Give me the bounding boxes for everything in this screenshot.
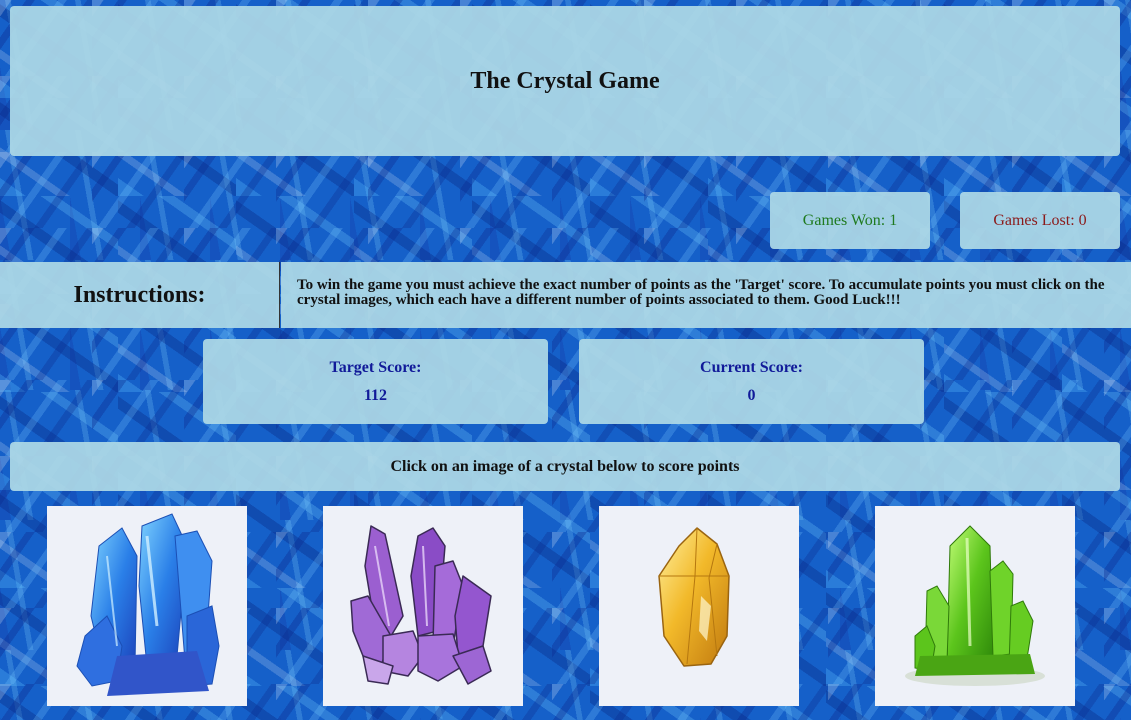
blue-crystal-icon [76, 513, 220, 696]
target-score-box: Target Score: 112 [203, 339, 548, 424]
page-title: The Crystal Game [470, 67, 660, 94]
current-score-box: Current Score: 0 [579, 339, 924, 424]
green-crystal-icon [905, 525, 1045, 686]
green-crystal-button[interactable] [875, 506, 1075, 706]
target-score-label: Target Score: [329, 359, 422, 376]
yellow-crystal-icon [658, 527, 730, 667]
current-score-value: 0 [747, 387, 756, 404]
instructions-text: To win the game you must achieve the exa… [281, 262, 1131, 328]
instructions-heading: Instructions: [73, 281, 206, 308]
blue-crystal-button[interactable] [47, 506, 247, 706]
target-score-value: 112 [363, 387, 388, 404]
purple-crystal-icon [350, 525, 492, 685]
games-lost-box: Games Lost: 0 [960, 192, 1120, 249]
instructions-heading-box: Instructions: [0, 262, 280, 328]
title-banner: The Crystal Game [10, 6, 1120, 156]
yellow-crystal-button[interactable] [599, 506, 799, 706]
purple-crystal-button[interactable] [323, 506, 523, 706]
current-score-label: Current Score: [700, 359, 803, 376]
games-won-box: Games Won: 1 [770, 192, 930, 249]
click-prompt: Click on an image of a crystal below to … [10, 442, 1120, 491]
